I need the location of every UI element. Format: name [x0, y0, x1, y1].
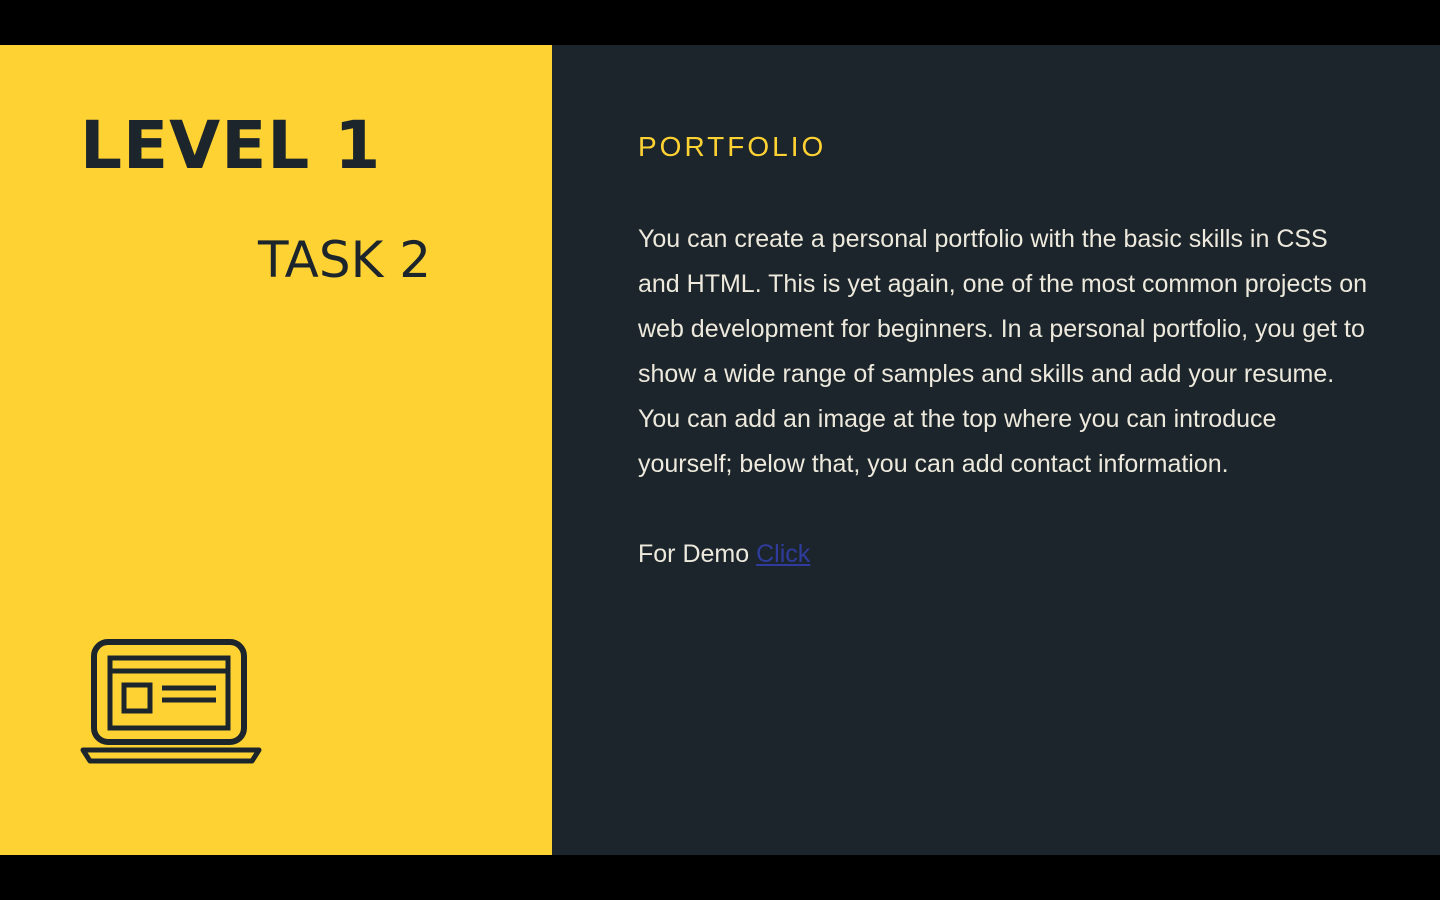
letterbox-top [0, 0, 1440, 45]
laptop-icon [80, 639, 262, 764]
slide: LEVEL 1 TASK 2 PORTFOLIO You can create … [0, 45, 1440, 855]
task-title: TASK 2 [258, 231, 432, 289]
left-panel: LEVEL 1 TASK 2 [0, 45, 552, 855]
demo-line: For Demo Click [638, 532, 810, 577]
description-text: You can create a personal portfolio with… [638, 225, 1368, 478]
level-title: LEVEL 1 [80, 107, 382, 184]
letterbox-bottom [0, 855, 1440, 900]
demo-label: For Demo [638, 540, 757, 568]
section-heading: PORTFOLIO [638, 131, 827, 162]
demo-click-link[interactable]: Click [756, 540, 810, 568]
